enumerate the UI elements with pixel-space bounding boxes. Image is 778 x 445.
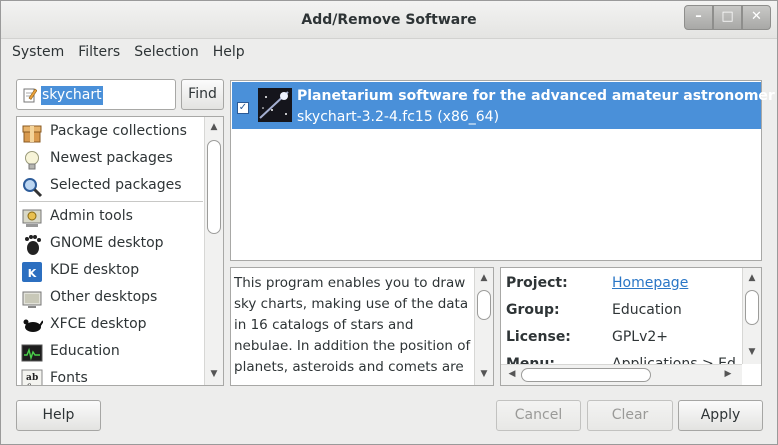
detail-label: License:: [506, 329, 571, 345]
package-checkbox[interactable]: ✓: [237, 102, 249, 114]
group-label: Newest packages: [50, 150, 173, 166]
group-item-package-collections[interactable]: Package collections: [17, 119, 205, 146]
detail-row-license: License: GPLv2+: [506, 327, 736, 349]
scroll-thumb[interactable]: [477, 290, 491, 320]
package-summary: Planetarium software for the advanced am…: [297, 88, 775, 104]
group-label: Admin tools: [50, 208, 133, 224]
package-collections-icon: [22, 125, 42, 143]
description-scrollbar[interactable]: ▲ ▼: [474, 268, 493, 385]
group-label: GNOME desktop: [50, 235, 164, 251]
apply-button[interactable]: Apply: [678, 400, 763, 431]
details-hscrollbar[interactable]: ◀ ▶: [501, 364, 742, 385]
window-title: Add/Remove Software: [301, 12, 477, 28]
detail-value: GPLv2+: [612, 329, 669, 345]
scroll-thumb[interactable]: [207, 140, 221, 234]
description-line: sky charts, making use of the data: [234, 296, 469, 312]
xfce-mouse-icon: [23, 319, 43, 332]
scroll-right-icon[interactable]: ▶: [719, 366, 737, 383]
scroll-left-icon[interactable]: ◀: [503, 366, 521, 383]
clear-button[interactable]: Clear: [587, 400, 673, 431]
gnome-foot-icon: [25, 235, 41, 255]
planetarium-icon: [258, 88, 292, 122]
detail-value: Applications > Edu: [612, 356, 736, 364]
package-row[interactable]: ✓ Planetarium software for the advanced …: [232, 82, 775, 129]
cancel-button[interactable]: Cancel: [496, 400, 581, 431]
admin-tools-icon: [22, 209, 42, 227]
group-item-admin-tools[interactable]: Admin tools: [17, 204, 205, 231]
menu-system[interactable]: System: [5, 39, 71, 67]
minimize-button[interactable]: –: [684, 5, 713, 30]
description-panel: This program enables you to draw sky cha…: [230, 267, 494, 386]
scroll-up-icon[interactable]: ▲: [475, 270, 493, 287]
detail-row-group: Group: Education: [506, 300, 736, 322]
group-item-other-desktops[interactable]: Other desktops: [17, 285, 205, 312]
scroll-down-icon[interactable]: ▼: [205, 366, 223, 383]
group-label: KDE desktop: [50, 262, 140, 278]
description-line: nebulae. In addition the position of: [234, 338, 471, 354]
group-item-education[interactable]: Education: [17, 339, 205, 366]
group-label: Package collections: [50, 123, 187, 139]
menu-selection[interactable]: Selection: [127, 39, 206, 67]
group-item-kde-desktop[interactable]: K KDE desktop: [17, 258, 205, 285]
search-field[interactable]: skychart: [16, 79, 176, 110]
group-list-scrollbar[interactable]: ▲ ▼: [204, 117, 223, 385]
details-vscrollbar[interactable]: ▲ ▼: [742, 268, 761, 364]
search-input[interactable]: skychart: [41, 86, 103, 105]
package-description[interactable]: This program enables you to draw sky cha…: [234, 273, 472, 378]
group-separator: [19, 201, 203, 202]
group-label: Selected packages: [50, 177, 182, 193]
group-label: Other desktops: [50, 289, 158, 305]
scroll-up-icon[interactable]: ▲: [743, 270, 761, 287]
edit-pencil-icon: [23, 88, 37, 103]
description-line: planets, asteroids and comets are: [234, 359, 464, 375]
homepage-link[interactable]: Homepage: [612, 275, 688, 291]
svg-text:c: c: [27, 381, 32, 386]
detail-row-menu: Menu: Applications > Edu: [506, 354, 736, 364]
detail-label: Project:: [506, 275, 568, 291]
education-icon: [21, 344, 43, 362]
group-item-xfce-desktop[interactable]: XFCE desktop: [17, 312, 205, 339]
magnifier-icon: [23, 178, 43, 198]
help-button[interactable]: Help: [16, 400, 101, 431]
title-bar[interactable]: Add/Remove Software – □ ✕: [1, 1, 777, 39]
svg-text:K: K: [28, 267, 37, 280]
menu-bar: System Filters Selection Help: [1, 39, 777, 67]
detail-label: Group:: [506, 302, 560, 318]
group-label: Education: [50, 343, 120, 359]
lightbulb-icon: [25, 151, 39, 170]
app-window: Add/Remove Software – □ ✕ System Filters…: [0, 0, 778, 445]
fonts-icon: a b c: [21, 369, 43, 386]
scroll-up-icon[interactable]: ▲: [205, 119, 223, 136]
group-item-selected-packages[interactable]: Selected packages: [17, 173, 205, 200]
group-list-panel: Package collections Newest packages Sele…: [16, 116, 224, 386]
close-button[interactable]: ✕: [742, 5, 771, 30]
group-label: Fonts: [50, 370, 88, 386]
scroll-thumb[interactable]: [521, 368, 651, 382]
scroll-down-icon[interactable]: ▼: [743, 344, 761, 361]
package-list-panel: ✓ Planetarium software for the advanced …: [230, 80, 775, 261]
other-desktops-icon: [22, 291, 42, 308]
window-controls: – □ ✕: [684, 5, 771, 30]
menu-filters[interactable]: Filters: [71, 39, 127, 67]
menu-help[interactable]: Help: [206, 39, 252, 67]
package-name: skychart-3.2-4.fc15 (x86_64): [297, 109, 500, 125]
description-line: in 16 catalogs of stars and: [234, 317, 414, 333]
find-button[interactable]: Find: [181, 79, 224, 110]
maximize-button[interactable]: □: [713, 5, 742, 30]
detail-row-project: Project: Homepage: [506, 273, 736, 295]
detail-value: Education: [612, 302, 682, 318]
scroll-thumb[interactable]: [745, 290, 759, 325]
svg-text:b: b: [32, 373, 38, 383]
group-item-fonts[interactable]: a b c Fonts: [17, 366, 205, 386]
group-label: XFCE desktop: [50, 316, 147, 332]
kde-icon: K: [22, 262, 42, 282]
group-item-newest-packages[interactable]: Newest packages: [17, 146, 205, 173]
scroll-down-icon[interactable]: ▼: [475, 366, 493, 383]
description-line: This program enables you to draw: [234, 275, 466, 291]
group-item-gnome-desktop[interactable]: GNOME desktop: [17, 231, 205, 258]
detail-label: Menu:: [506, 356, 555, 364]
details-panel: Project: Homepage Group: Education Licen…: [500, 267, 762, 386]
